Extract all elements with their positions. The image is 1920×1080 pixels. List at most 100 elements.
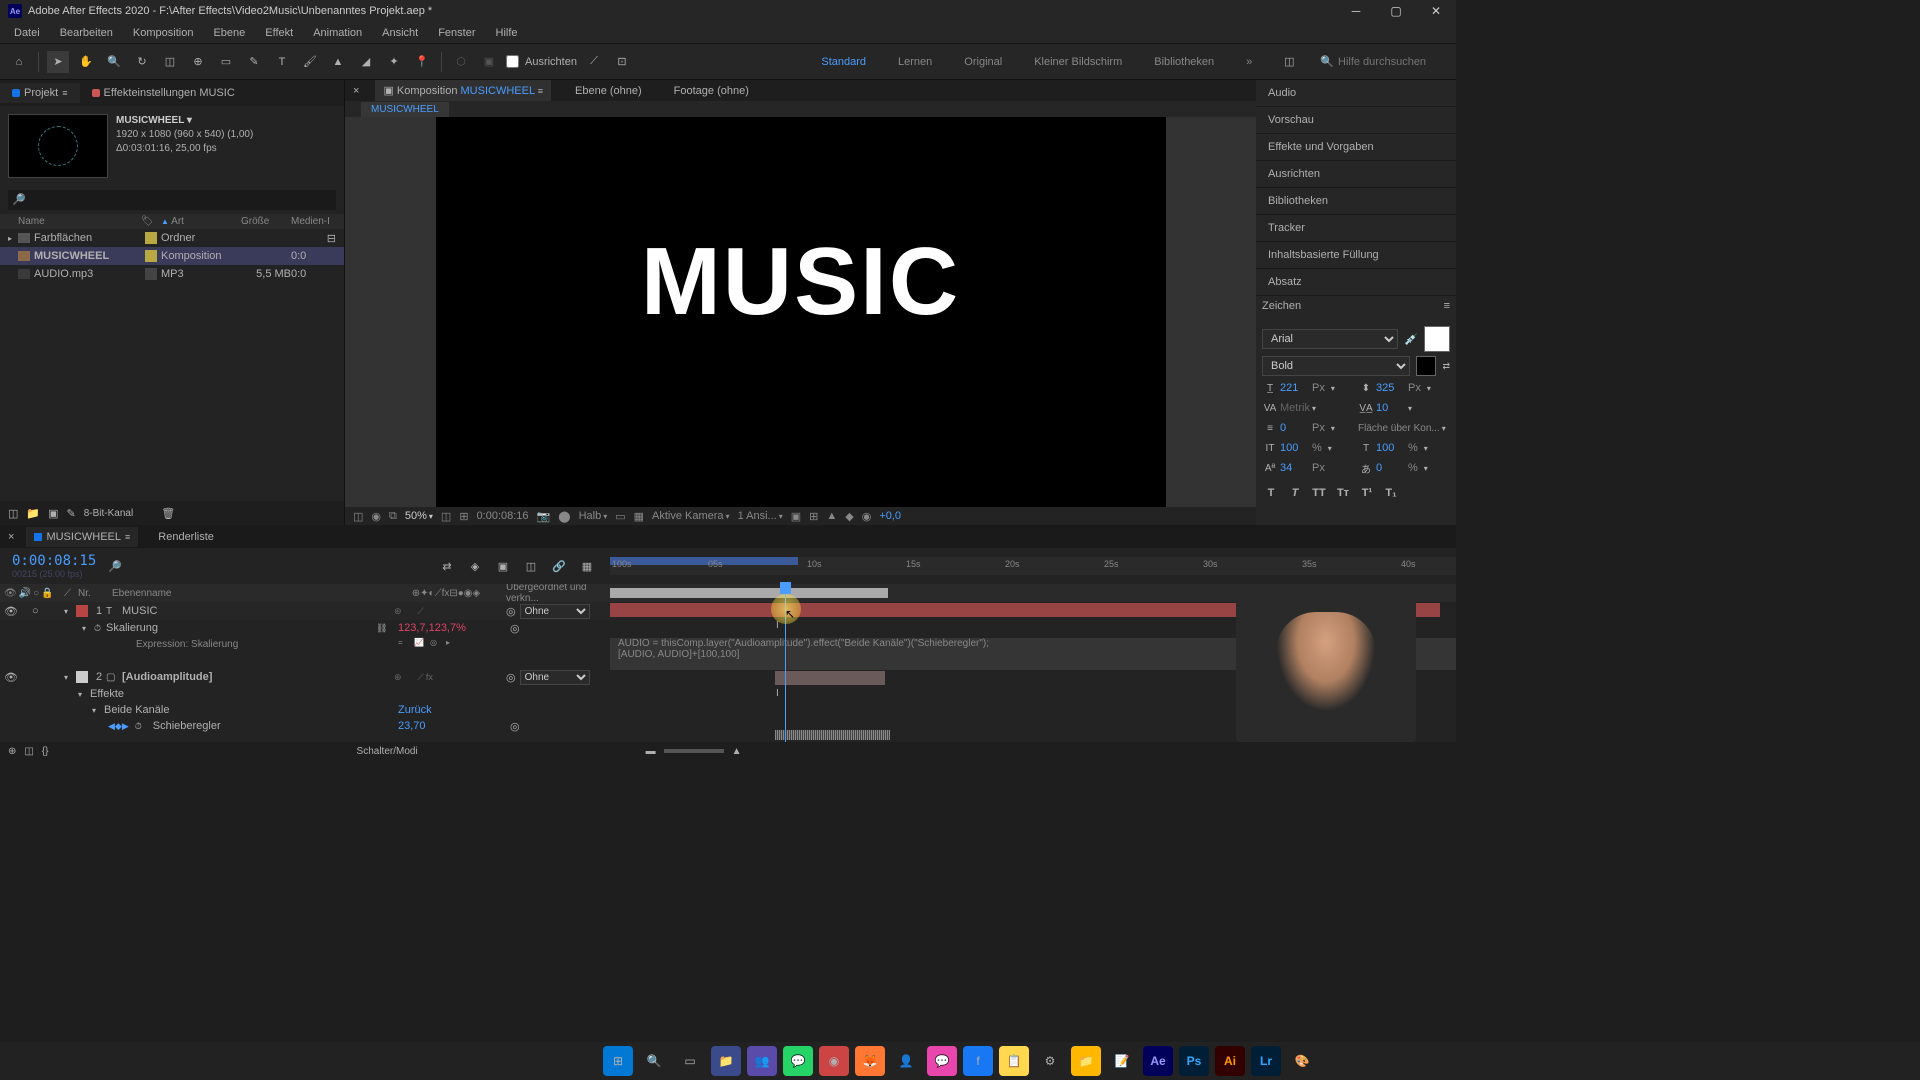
taskbar-facebook-icon[interactable]: f xyxy=(963,1046,993,1076)
close-button[interactable]: ✕ xyxy=(1416,0,1456,22)
tl-foot-icon1[interactable]: ⊕ xyxy=(8,746,16,757)
tab-composition[interactable]: ▣ Komposition MUSICWHEEL ≡ xyxy=(375,80,551,101)
viewer-opt1-icon[interactable]: ◫ xyxy=(353,510,363,523)
twirl-icon[interactable]: ▾ xyxy=(64,673,76,682)
vf-icon4[interactable]: ◆ xyxy=(845,510,853,523)
roto-tool-icon[interactable]: ✦ xyxy=(383,51,405,73)
taskbar-ae-icon[interactable]: Ae xyxy=(1143,1046,1173,1076)
col-media[interactable]: Medien-I xyxy=(291,216,336,227)
taskbar-app2-icon[interactable]: 👤 xyxy=(891,1046,921,1076)
stroke-color-swatch[interactable] xyxy=(1416,356,1436,376)
scale-value[interactable]: 123,7,123,7% xyxy=(390,622,510,634)
lock-col-icon[interactable]: 🔒 xyxy=(41,588,53,599)
layer-color-chip[interactable] xyxy=(76,605,88,617)
expr-menu-icon[interactable]: ▸ xyxy=(446,638,458,650)
taskbar-start-icon[interactable]: ⊞ xyxy=(603,1046,633,1076)
tl-frame-blend-icon[interactable]: ◈ xyxy=(464,555,486,577)
keyframe-bar[interactable] xyxy=(775,730,890,740)
tl-draft-icon[interactable]: 🔗 xyxy=(548,555,570,577)
taskbar-folder-icon[interactable]: 📁 xyxy=(1071,1046,1101,1076)
menu-ansicht[interactable]: Ansicht xyxy=(374,25,426,41)
tracks-area[interactable]: I AUDIO = thisComp.layer("Audioamplitude… xyxy=(610,584,1456,742)
taskbar-search-icon[interactable]: 🔍 xyxy=(639,1046,669,1076)
adjust-icon[interactable]: ✎ xyxy=(67,507,76,520)
label-chip[interactable] xyxy=(145,268,157,280)
tl-shy-icon[interactable]: ⇄ xyxy=(436,555,458,577)
sw-icon[interactable]: ⊕✦◐⟋fx⊟●◉◈ xyxy=(412,588,480,599)
menu-ebene[interactable]: Ebene xyxy=(205,25,253,41)
taskbar-taskview-icon[interactable]: ▭ xyxy=(675,1046,705,1076)
superscript-button[interactable]: T¹ xyxy=(1358,484,1376,502)
menu-datei[interactable]: Datei xyxy=(6,25,48,41)
col-size[interactable]: Größe xyxy=(241,216,291,227)
tl-foot-icon3[interactable]: {} xyxy=(42,746,49,757)
pen-tool-icon[interactable]: ✎ xyxy=(243,51,265,73)
taskbar-firefox-icon[interactable]: 🦊 xyxy=(855,1046,885,1076)
panel-audio[interactable]: Audio xyxy=(1256,80,1456,107)
res-icon[interactable]: ◫ xyxy=(441,510,451,523)
parent-select[interactable]: Ohne xyxy=(520,604,590,619)
align-checkbox[interactable] xyxy=(506,55,519,68)
minimize-button[interactable]: ─ xyxy=(1336,0,1376,22)
home-icon[interactable]: ⌂ xyxy=(8,51,30,73)
camera-tool-icon[interactable]: ◫ xyxy=(159,51,181,73)
menu-hilfe[interactable]: Hilfe xyxy=(488,25,526,41)
tracking-input[interactable]: V̲A̲10▾ xyxy=(1358,400,1450,416)
solo-icon[interactable]: ○ xyxy=(32,605,39,617)
rotate-tool-icon[interactable]: ↻ xyxy=(131,51,153,73)
taskbar-ps-icon[interactable]: Ps xyxy=(1179,1046,1209,1076)
stopwatch-icon[interactable]: ⏱ xyxy=(94,623,106,634)
panel-zeichen-title[interactable]: Zeichen xyxy=(1262,300,1301,312)
col-label-icon[interactable]: 🏷 xyxy=(141,216,161,227)
delete-icon[interactable]: 🗑 xyxy=(161,507,175,520)
work-area-bar[interactable] xyxy=(610,557,798,565)
layer-color-chip[interactable] xyxy=(76,671,88,683)
prop-pickwhip-icon[interactable]: ◎ xyxy=(510,721,520,733)
taskbar-app1-icon[interactable]: ◉ xyxy=(819,1046,849,1076)
eraser-tool-icon[interactable]: ◢ xyxy=(355,51,377,73)
taskbar-notepad-icon[interactable]: 📝 xyxy=(1107,1046,1137,1076)
shape-tool-icon[interactable]: ▭ xyxy=(215,51,237,73)
fill-color-swatch[interactable] xyxy=(1424,326,1450,352)
camera-dropdown[interactable]: Aktive Kamera ▾ xyxy=(652,510,730,522)
taskbar-lr-icon[interactable]: Lr xyxy=(1251,1046,1281,1076)
tl-close-icon[interactable]: × xyxy=(8,531,14,543)
vf-icon1[interactable]: ▣ xyxy=(791,510,801,523)
schalter-modi-button[interactable]: Schalter/Modi xyxy=(357,746,418,757)
viewer-lock-icon[interactable]: × xyxy=(353,85,359,97)
stopwatch-icon[interactable]: ⏱ xyxy=(135,721,147,732)
subscript-button[interactable]: T₁ xyxy=(1382,484,1400,502)
workspace-lernen[interactable]: Lernen xyxy=(892,52,938,72)
stamp-tool-icon[interactable]: ▲ xyxy=(327,51,349,73)
allcaps-button[interactable]: TT xyxy=(1310,484,1328,502)
tl-3d-icon[interactable]: ▦ xyxy=(576,555,598,577)
project-item-comp[interactable]: MUSICWHEEL Komposition0:0 xyxy=(0,247,344,265)
label-chip[interactable] xyxy=(145,232,157,244)
tl-graph-icon[interactable]: ◫ xyxy=(520,555,542,577)
solo-col-icon[interactable]: ○ xyxy=(33,588,39,599)
taskbar-obs-icon[interactable]: ⚙ xyxy=(1035,1046,1065,1076)
snap2-icon[interactable]: ▣ xyxy=(478,51,500,73)
brush-tool-icon[interactable]: 🖌 xyxy=(299,51,321,73)
eyedropper-icon[interactable]: 💉 xyxy=(1404,333,1418,346)
vf-icon3[interactable]: ▲ xyxy=(826,510,837,522)
menu-komposition[interactable]: Komposition xyxy=(125,25,202,41)
quality-dropdown[interactable]: Halb ▾ xyxy=(579,510,608,522)
panel-ausrichten[interactable]: Ausrichten xyxy=(1256,161,1456,188)
swap-colors-icon[interactable]: ⇄ xyxy=(1442,361,1450,372)
parent-pickwhip-icon[interactable]: ◎ xyxy=(506,605,516,618)
font-family-select[interactable]: Arial xyxy=(1262,329,1398,349)
tab-ebene[interactable]: Ebene (ohne) xyxy=(567,81,650,101)
prop-beide-kanale[interactable]: ▾Beide Kanäle Zurück xyxy=(0,702,610,718)
audio-col-icon[interactable]: 🔊 xyxy=(19,588,31,599)
col-type[interactable]: ▲ Art xyxy=(161,216,241,227)
current-timecode[interactable]: 0:00:08:15 xyxy=(12,553,96,569)
maximize-button[interactable]: ▢ xyxy=(1376,0,1416,22)
tl-search-icon[interactable]: 🔎 xyxy=(108,560,122,573)
composition-view[interactable]: MUSIC xyxy=(436,117,1166,507)
time-ruler[interactable]: 100s 05s 10s 15s 20s 25s 30s 35s 40s xyxy=(610,557,1456,575)
menu-effekt[interactable]: Effekt xyxy=(257,25,301,41)
baseline-input[interactable]: Aª34Px xyxy=(1262,460,1354,476)
comp-thumbnail[interactable] xyxy=(8,114,108,178)
interpret-icon[interactable]: ◫ xyxy=(8,507,18,520)
